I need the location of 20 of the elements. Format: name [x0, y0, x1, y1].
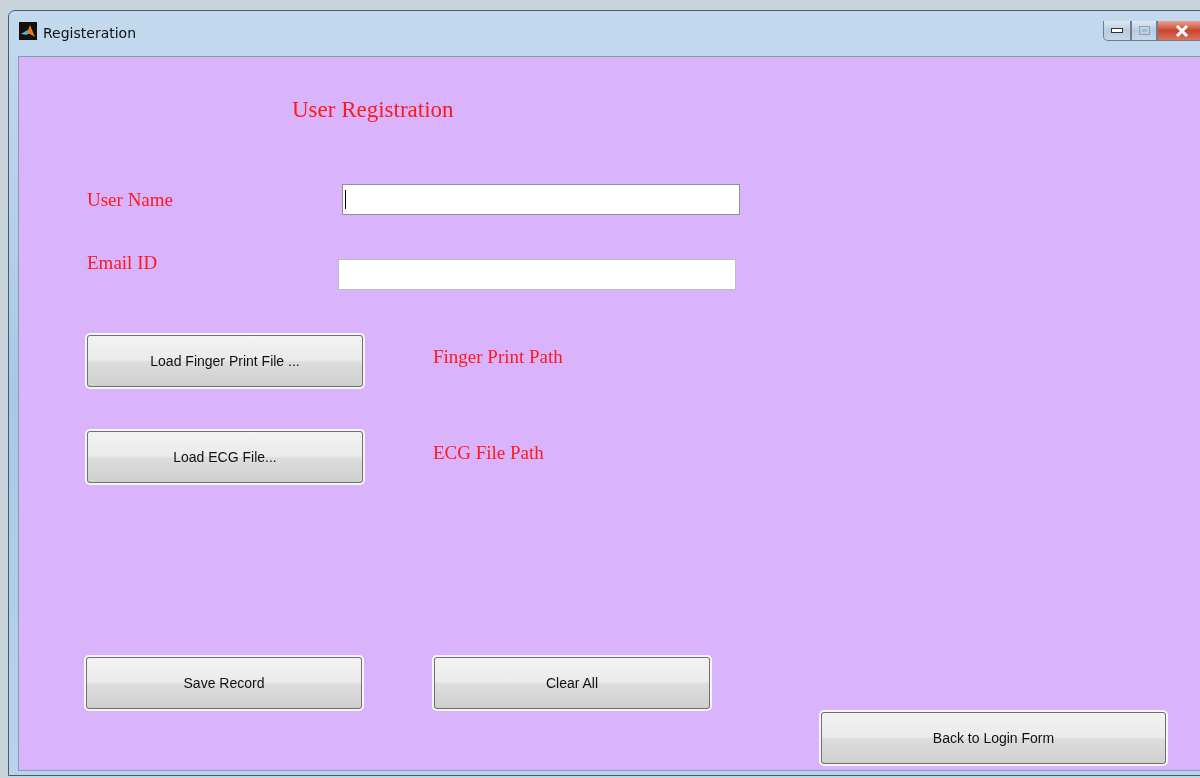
file-path-label: Finger Print Path [433, 345, 563, 369]
load-file-button[interactable]: Load ECG File... [87, 431, 363, 483]
close-icon [1175, 24, 1189, 37]
back-button[interactable]: Back to Login Form [821, 712, 1166, 764]
input-field[interactable] [338, 259, 736, 290]
file-path-label: ECG File Path [433, 441, 544, 465]
minimize-button[interactable] [1103, 21, 1131, 41]
field-label: User Name [87, 187, 174, 212]
minimize-icon [1111, 28, 1123, 33]
input-field[interactable] [342, 184, 740, 215]
text-caret [345, 190, 346, 209]
action-button[interactable]: Save Record [86, 657, 362, 709]
load-file-button[interactable]: Load Finger Print File ... [87, 335, 363, 387]
close-button[interactable] [1157, 21, 1200, 41]
action-button[interactable]: Clear All [434, 657, 710, 709]
app-logo-icon [19, 22, 37, 40]
window-title: Registeration [43, 24, 137, 43]
field-label: Email ID [87, 251, 159, 275]
maximize-icon [1138, 26, 1150, 35]
form-heading: User Registration [292, 96, 455, 124]
